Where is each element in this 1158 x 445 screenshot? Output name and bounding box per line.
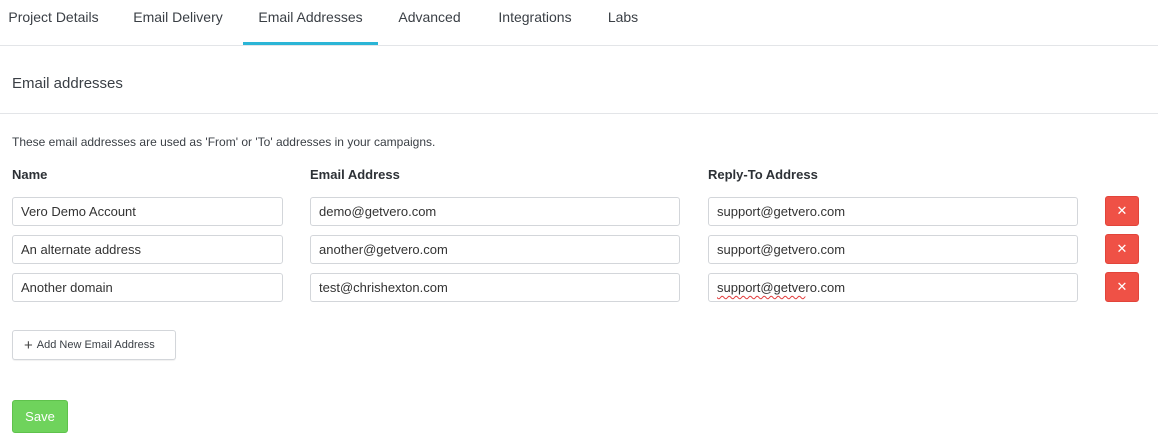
name-input[interactable] bbox=[12, 197, 283, 226]
tab-project-details[interactable]: Project Details bbox=[0, 0, 107, 46]
add-email-address-label: Add New Email Address bbox=[36, 339, 155, 351]
plus-icon: + bbox=[24, 336, 33, 354]
tab-integrations[interactable]: Integrations bbox=[486, 0, 584, 46]
tab-email-delivery[interactable]: Email Delivery bbox=[119, 0, 237, 46]
reply-to-input[interactable]: support@getvero.com bbox=[708, 273, 1078, 302]
reply-to-input[interactable] bbox=[708, 197, 1078, 226]
section-divider bbox=[0, 113, 1158, 114]
column-header-name: Name bbox=[12, 167, 48, 182]
column-header-reply-to: Reply-To Address bbox=[708, 167, 818, 182]
delete-row-button[interactable]: ✕ bbox=[1105, 196, 1139, 226]
reply-to-text-rest: ro.com bbox=[805, 280, 846, 295]
section-description: These email addresses are used as 'From'… bbox=[12, 135, 436, 149]
close-icon: ✕ bbox=[1116, 203, 1128, 218]
name-input[interactable] bbox=[12, 235, 283, 264]
delete-row-button[interactable]: ✕ bbox=[1105, 272, 1139, 302]
save-button[interactable]: Save bbox=[12, 400, 68, 433]
email-input[interactable] bbox=[310, 273, 680, 302]
reply-to-input[interactable] bbox=[708, 235, 1078, 264]
email-input[interactable] bbox=[310, 235, 680, 264]
tab-email-addresses[interactable]: Email Addresses bbox=[243, 0, 378, 45]
settings-tabs: Project Details Email Delivery Email Add… bbox=[0, 0, 1158, 46]
add-email-address-button[interactable]: + Add New Email Address bbox=[12, 330, 176, 360]
section-title: Email addresses bbox=[12, 75, 123, 92]
close-icon: ✕ bbox=[1116, 241, 1128, 256]
tab-advanced[interactable]: Advanced bbox=[386, 0, 473, 46]
tab-labs[interactable]: Labs bbox=[597, 0, 649, 46]
name-input[interactable] bbox=[12, 273, 283, 302]
close-icon: ✕ bbox=[1116, 279, 1128, 294]
delete-row-button[interactable]: ✕ bbox=[1105, 234, 1139, 264]
spellcheck-underlined-text: support@getve bbox=[717, 280, 806, 295]
email-input[interactable] bbox=[310, 197, 680, 226]
column-header-email: Email Address bbox=[310, 167, 400, 182]
